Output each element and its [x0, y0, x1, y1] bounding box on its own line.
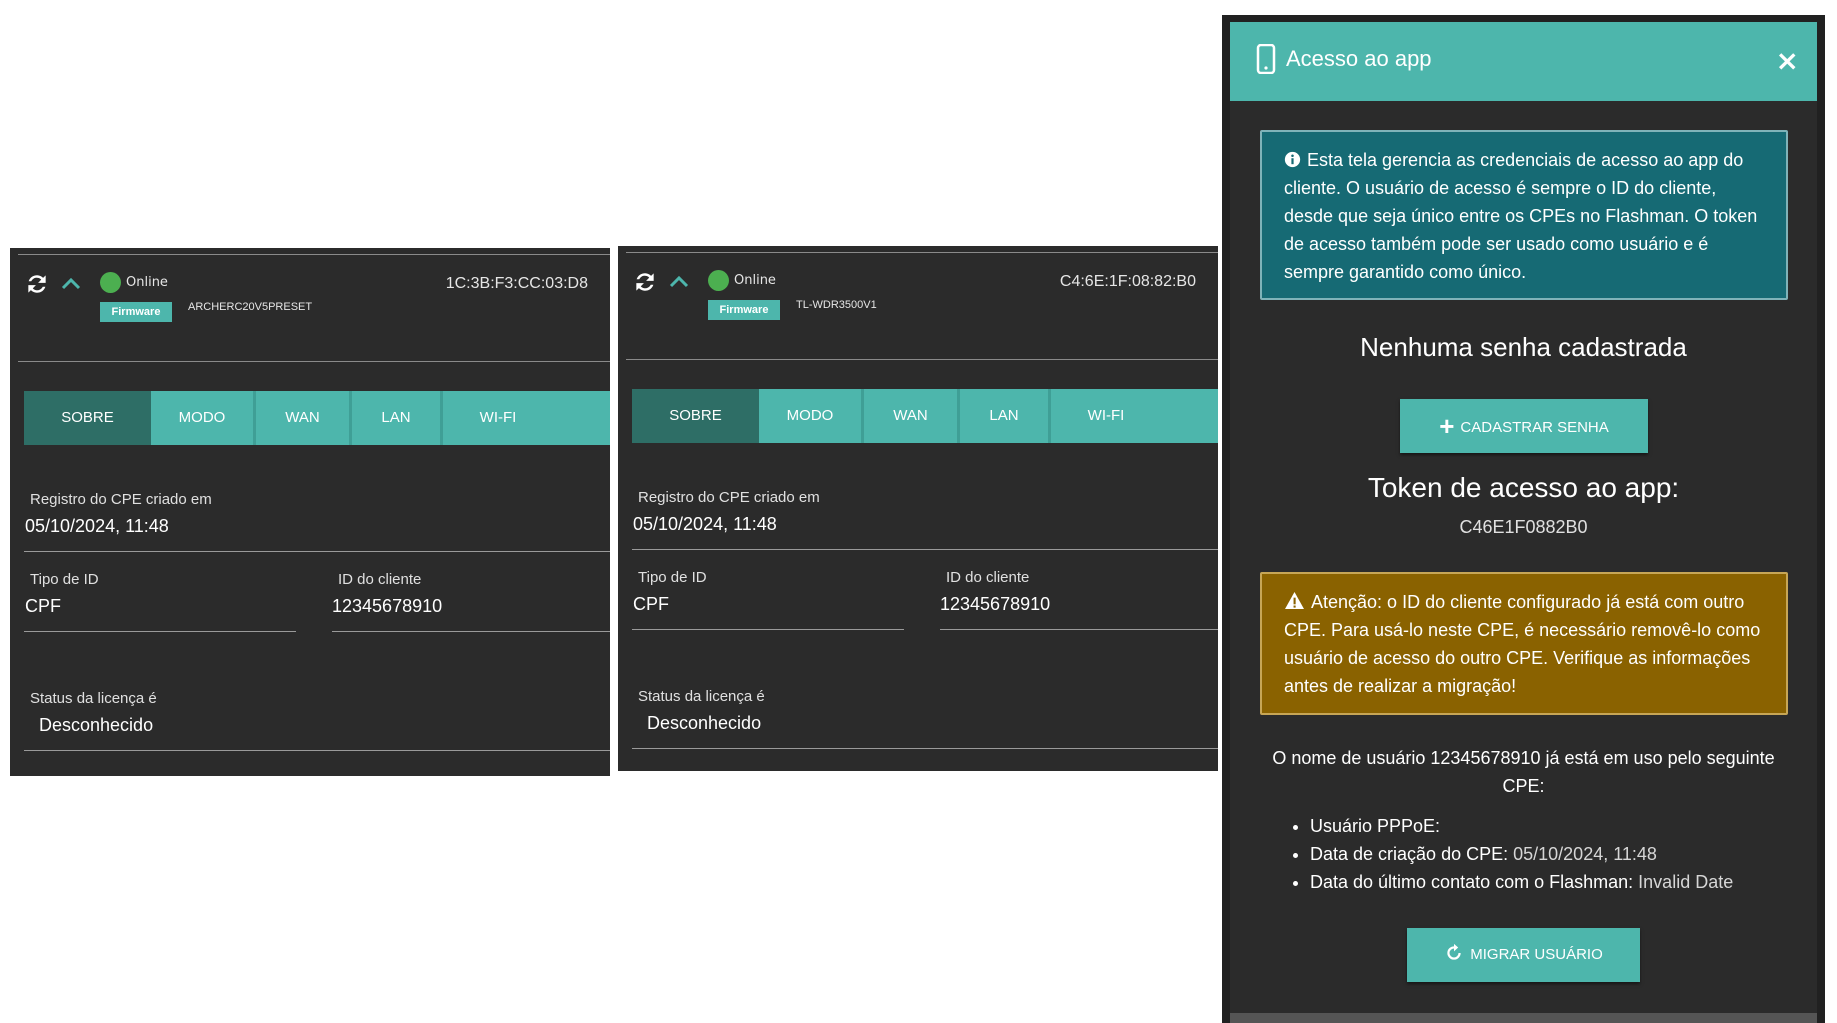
created-label: Registro do CPE criado em	[638, 489, 820, 506]
field-underline	[24, 631, 296, 632]
model-name: TL-WDR3500V1	[796, 299, 877, 311]
firmware-badge[interactable]: Firmware	[708, 300, 780, 320]
refresh-icon	[1447, 943, 1461, 960]
cpe-card-2: Online C4:6E:1F:08:82:B0 Firmware TL-WDR…	[618, 246, 1218, 771]
tab-bar: SOBRE MODO WAN LAN WI-FI	[24, 391, 610, 445]
client-id-input[interactable]: 12345678910	[332, 596, 442, 617]
created-value: 05/10/2024, 11:48	[25, 516, 169, 536]
tab-wan[interactable]: WAN	[253, 391, 349, 445]
token-value: C46E1F0882B0	[1459, 517, 1588, 537]
register-password-button[interactable]: + CADASTRAR SENHA	[1400, 399, 1648, 453]
client-id-label: ID do cliente	[946, 569, 1030, 586]
tab-lan[interactable]: LAN	[957, 389, 1048, 443]
refresh-icon[interactable]	[632, 269, 658, 295]
warning-icon	[1285, 591, 1304, 610]
chevron-up-icon[interactable]	[668, 272, 690, 290]
tab-sobre[interactable]: SOBRE	[24, 391, 151, 445]
cpe-card-1: Online 1C:3B:F3:CC:03:D8 Firmware ARCHER…	[10, 248, 610, 776]
field-underline	[940, 629, 1218, 630]
register-password-label: CADASTRAR SENHA	[1460, 419, 1609, 436]
divider	[626, 252, 1218, 253]
list-item: Data do último contato com o Flashman: I…	[1310, 868, 1733, 896]
cpe-details-list: Usuário PPPoE: Data de criação do CPE: 0…	[1288, 812, 1733, 896]
refresh-icon[interactable]	[24, 271, 50, 297]
plus-icon: +	[1439, 411, 1455, 441]
tab-lan[interactable]: LAN	[349, 391, 440, 445]
id-type-label: Tipo de ID	[638, 569, 707, 586]
chevron-up-icon[interactable]	[60, 274, 82, 292]
firmware-badge[interactable]: Firmware	[100, 302, 172, 322]
id-type-label: Tipo de ID	[30, 571, 99, 588]
field-underline	[24, 551, 610, 552]
license-label: Status da licença é	[30, 690, 157, 707]
license-value: Desconhecido	[647, 713, 762, 733]
info-callout: Esta tela gerencia as credenciais de ace…	[1260, 130, 1788, 300]
field-underline	[332, 631, 610, 632]
migrate-user-label: MIGRAR USUÁRIO	[1470, 946, 1603, 963]
in-use-text: O nome de usuário 12345678910 já está em…	[1272, 748, 1775, 796]
info-text: Esta tela gerencia as credenciais de ace…	[1284, 150, 1758, 282]
id-type-select[interactable]: CPF	[633, 594, 669, 615]
created-label: Registro do CPE criado em	[30, 491, 212, 508]
tab-wan[interactable]: WAN	[861, 389, 957, 443]
warning-callout: Atenção: o ID do cliente configurado já …	[1260, 572, 1788, 715]
field-underline	[632, 629, 904, 630]
mobile-phone-icon	[1256, 44, 1276, 74]
modal-header: Acesso ao app ×	[1230, 22, 1817, 101]
client-id-input[interactable]: 12345678910	[940, 594, 1050, 615]
close-button[interactable]: ×	[1776, 44, 1799, 77]
tab-wifi[interactable]: WI-FI	[1048, 389, 1161, 443]
online-status-icon	[708, 270, 729, 291]
tab-sobre[interactable]: SOBRE	[632, 389, 759, 443]
license-value: Desconhecido	[39, 715, 154, 735]
tab-bar: SOBRE MODO WAN LAN WI-FI	[632, 389, 1218, 443]
list-item: Data de criação do CPE: 05/10/2024, 11:4…	[1310, 840, 1733, 868]
field-underline	[24, 750, 610, 751]
created-value: 05/10/2024, 11:48	[633, 514, 777, 534]
online-status-icon	[100, 272, 121, 293]
field-underline	[632, 549, 1218, 550]
list-item: Usuário PPPoE:	[1310, 812, 1733, 840]
token-heading: Token de acesso ao app:	[1367, 472, 1680, 503]
field-underline	[632, 748, 1218, 749]
modal-title: Acesso ao app	[1286, 46, 1432, 71]
modal-scrollbar[interactable]	[1230, 1013, 1817, 1023]
model-name: ARCHERC20V5PRESET	[188, 301, 313, 313]
app-access-modal: Acesso ao app × Esta tela gerencia as cr…	[1230, 22, 1817, 1023]
mac-address: C4:6E:1F:08:82:B0	[1059, 273, 1196, 290]
tab-wifi[interactable]: WI-FI	[440, 391, 553, 445]
tab-modo[interactable]: MODO	[151, 391, 253, 445]
license-label: Status da licença é	[638, 688, 765, 705]
divider	[626, 359, 1218, 360]
no-password-heading: Nenhuma senha cadastrada	[1360, 332, 1687, 362]
status-text: Online	[126, 275, 168, 290]
id-type-select[interactable]: CPF	[25, 596, 61, 617]
divider	[18, 361, 610, 362]
divider	[18, 254, 610, 255]
warning-text: Atenção: o ID do cliente configurado já …	[1284, 592, 1761, 696]
migrate-user-button[interactable]: MIGRAR USUÁRIO	[1407, 928, 1640, 982]
status-text: Online	[734, 273, 776, 288]
client-id-label: ID do cliente	[338, 571, 422, 588]
mac-address: 1C:3B:F3:CC:03:D8	[445, 275, 588, 292]
info-icon	[1284, 151, 1301, 168]
tab-modo[interactable]: MODO	[759, 389, 861, 443]
